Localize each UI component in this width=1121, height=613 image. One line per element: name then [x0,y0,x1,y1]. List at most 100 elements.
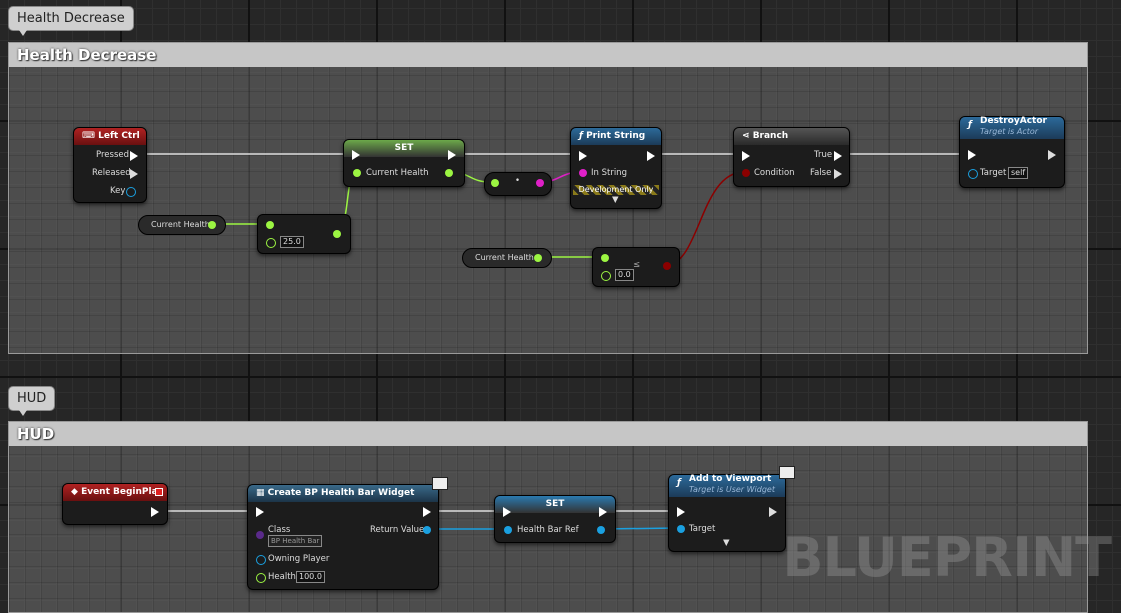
create-widget-node[interactable]: ▦ Create BP Health Bar Widget Class BP H… [247,484,439,590]
set-exec-in-pin[interactable] [352,150,360,160]
convert-node[interactable]: • [484,172,552,196]
node-header: ⋖ Branch [734,128,849,145]
owning-player-pin[interactable] [256,555,266,565]
expand-arrow-icon[interactable]: ▼ [723,538,730,548]
node-title: Branch [752,131,789,141]
current-health-getter[interactable]: Current Health [462,248,552,268]
target-pin[interactable] [968,169,978,179]
health-value-field[interactable]: 100.0 [296,571,325,583]
node-title: Create BP Health Bar Widget [267,488,415,498]
float-out-pin[interactable] [534,254,542,262]
function-icon: ƒ [968,120,972,130]
string-out-pin[interactable] [536,179,544,187]
node-title: Event BeginPlay [81,487,164,497]
health-pin[interactable] [256,573,266,583]
health-bar-ref-out-pin[interactable] [597,526,605,534]
destroy-actor-node[interactable]: ƒ DestroyActor Target is Actor Target se… [959,116,1065,188]
bool-out-pin[interactable] [663,262,671,270]
current-health-label: Current Health [366,168,429,178]
float-in-pin[interactable] [491,179,499,187]
node-header: SET [344,140,464,157]
less-equal-icon: ≤ [633,260,641,270]
left-ctrl-node[interactable]: ⌨ Left Ctrl Pressed Released Key [73,127,147,203]
subtract-node[interactable]: 25.0 [257,214,351,254]
released-label: Released [92,168,131,178]
monitor-icon [779,466,795,479]
node-header: ƒ Add to Viewport Target is User Widget [669,474,785,497]
set-exec-out-pin[interactable] [448,150,456,160]
class-label: Class [268,525,291,535]
node-title: SET [545,499,565,509]
target-self-field: self [1008,167,1029,179]
print-string-node[interactable]: ƒ Print String In String Development Onl… [570,127,662,209]
class-pin[interactable] [256,531,264,539]
event-icon: ◆ [71,487,78,497]
widget-icon: ▦ [256,488,265,498]
true-label: True [814,150,833,160]
return-value-pin[interactable] [423,526,431,534]
expand-arrow-icon[interactable]: ▼ [612,195,619,205]
in-string-label: In String [591,168,627,178]
set-current-health-node[interactable]: SET Current Health [343,139,465,187]
convert-glyph: • [515,176,521,186]
condition-pin[interactable] [742,169,750,177]
print-exec-out-pin[interactable] [647,151,655,161]
destroy-exec-in-pin[interactable] [968,150,976,160]
b-value-field[interactable]: 0.0 [615,269,634,281]
target-pin[interactable] [677,525,685,533]
class-select[interactable]: BP Health Bar [268,535,323,547]
node-header: ▦ Create BP Health Bar Widget [248,485,438,502]
b-value-field[interactable]: 25.0 [280,236,304,248]
viewport-exec-in-pin[interactable] [677,507,685,517]
blueprint-watermark: BLUEPRINT [782,526,1112,589]
node-title: SET [394,143,414,153]
health-label: Health [268,572,296,582]
viewport-exec-out-pin[interactable] [769,507,777,517]
health-bar-ref-in-pin[interactable] [504,526,512,534]
b-pin[interactable] [266,238,276,248]
compare-node[interactable]: 0.0 ≤ [592,247,680,287]
branch-exec-in-pin[interactable] [742,151,750,161]
node-header: ⌨ Left Ctrl [74,128,146,145]
current-health-getter[interactable]: Current Health [138,215,226,235]
create-exec-in-pin[interactable] [256,507,264,517]
b-pin[interactable] [601,271,611,281]
condition-label: Condition [754,168,795,178]
node-title: Left Ctrl [98,131,140,141]
print-exec-in-pin[interactable] [579,151,587,161]
event-beginplay-node[interactable]: ◆ Event BeginPlay [62,483,168,525]
pressed-label: Pressed [96,150,129,160]
false-exec-pin[interactable] [834,169,842,179]
pressed-exec-pin[interactable] [130,151,138,161]
a-pin[interactable] [266,221,274,229]
var-label: Current Health [151,220,210,229]
branch-icon: ⋖ [742,131,750,141]
function-icon: ƒ [579,131,583,141]
node-header: ◆ Event BeginPlay [63,484,167,501]
node-header: ƒ Print String [571,128,661,145]
create-exec-out-pin[interactable] [423,507,431,517]
target-label: Target [689,524,716,534]
keyboard-icon: ⌨ [82,131,95,141]
destroy-exec-out-pin[interactable] [1048,150,1056,160]
health-bar-ref-label: Health Bar Ref [517,525,579,535]
node-header: ƒ DestroyActor Target is Actor [960,116,1064,139]
node-subtitle: Target is Actor [980,127,1039,136]
current-health-out-pin[interactable] [445,169,453,177]
branch-node[interactable]: ⋖ Branch True Condition False [733,127,850,187]
true-exec-pin[interactable] [834,151,842,161]
set2-exec-in-pin[interactable] [503,507,511,517]
development-only-banner: Development Only [573,185,659,195]
set2-exec-out-pin[interactable] [599,507,607,517]
result-pin[interactable] [333,230,341,238]
set-health-bar-ref-node[interactable]: SET Health Bar Ref [494,495,616,543]
a-pin[interactable] [601,254,609,262]
in-string-pin[interactable] [579,169,587,177]
current-health-in-pin[interactable] [353,169,361,177]
released-exec-pin[interactable] [130,169,138,179]
float-out-pin[interactable] [208,221,216,229]
node-header: SET [495,496,615,513]
key-pin[interactable] [126,187,136,197]
add-to-viewport-node[interactable]: ƒ Add to Viewport Target is User Widget … [668,474,786,552]
beginplay-exec-out-pin[interactable] [151,507,159,517]
